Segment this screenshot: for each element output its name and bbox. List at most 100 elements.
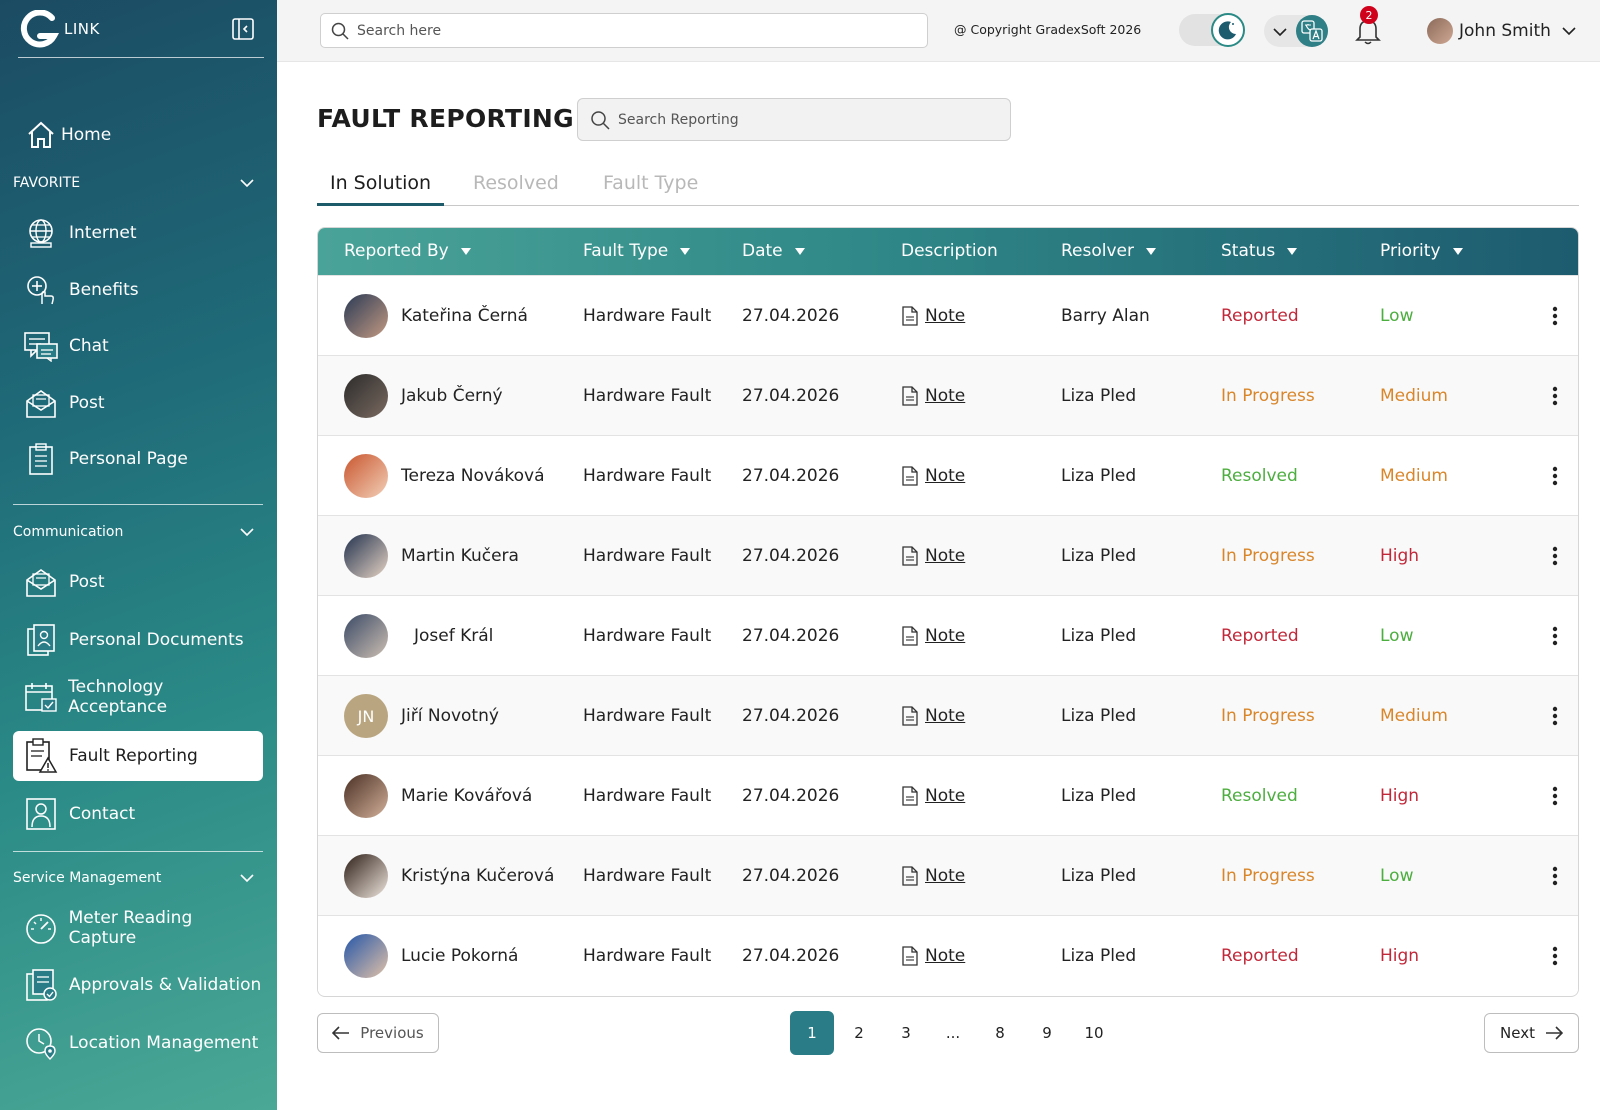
tab-resolved[interactable]: Resolved: [473, 172, 559, 206]
page-number-8[interactable]: 8: [978, 1011, 1022, 1055]
table-row[interactable]: Josef Král Hardware Fault 27.04.2026 Not…: [318, 595, 1578, 675]
table-row[interactable]: Lucie Pokorná Hardware Fault 27.04.2026 …: [318, 915, 1578, 995]
arrow-right-icon: [1545, 1026, 1563, 1040]
priority-label: Low: [1380, 306, 1414, 326]
sidebar-item-personal-documents[interactable]: Personal Documents: [13, 615, 263, 665]
sort-caret-icon: [794, 247, 805, 255]
sidebar-item-chat[interactable]: Chat: [13, 321, 263, 371]
description-link[interactable]: Note: [901, 786, 965, 806]
previous-page-button[interactable]: Previous: [317, 1013, 439, 1053]
copyright-text: @ Copyright GradexSoft 2026: [954, 22, 1142, 37]
description-link[interactable]: Note: [901, 706, 965, 726]
column-priority[interactable]: Priority: [1380, 241, 1463, 261]
sidebar-item-technology-acceptance[interactable]: Technology Acceptance: [13, 672, 263, 722]
avatar: [344, 294, 388, 338]
page-number-10[interactable]: 10: [1072, 1011, 1116, 1055]
section-service-management[interactable]: Service Management: [13, 866, 263, 890]
section-favorite[interactable]: FAVORITE: [13, 171, 263, 195]
description-link[interactable]: Note: [901, 386, 965, 406]
tab-in-solution[interactable]: In Solution: [317, 172, 445, 206]
more-options-icon[interactable]: [1552, 946, 1558, 966]
sidebar-item-communication-post[interactable]: Post: [13, 557, 263, 607]
column-reported-by[interactable]: Reported By: [344, 241, 471, 261]
page-number-1[interactable]: 1: [790, 1011, 834, 1055]
description-link[interactable]: Note: [901, 546, 965, 566]
page-number-2[interactable]: 2: [837, 1011, 881, 1055]
priority-label: Medium: [1380, 466, 1448, 486]
column-label: Priority: [1380, 241, 1441, 261]
language-selector[interactable]: [1264, 15, 1328, 47]
description-link[interactable]: Note: [901, 306, 965, 326]
table-row[interactable]: Marie Kovářová Hardware Fault 27.04.2026…: [318, 755, 1578, 835]
more-options-icon[interactable]: [1552, 546, 1558, 566]
section-label: Communication: [13, 524, 124, 540]
sidebar-item-personal-page[interactable]: Personal Page: [13, 434, 263, 484]
sidebar-item-label: Personal Page: [69, 449, 188, 469]
tab-fault-type[interactable]: Fault Type: [603, 172, 698, 206]
document-icon: [902, 546, 918, 566]
table-row[interactable]: Tereza Nováková Hardware Fault 27.04.202…: [318, 435, 1578, 515]
more-options-icon[interactable]: [1552, 466, 1558, 486]
avatar: [344, 614, 388, 658]
description-link[interactable]: Note: [901, 866, 965, 886]
table-row[interactable]: Kristýna Kučerová Hardware Fault 27.04.2…: [318, 835, 1578, 915]
sidebar-item-label: Home: [61, 125, 112, 145]
table-row[interactable]: Jakub Černý Hardware Fault 27.04.2026 No…: [318, 355, 1578, 435]
reporting-search[interactable]: [577, 98, 1011, 141]
sidebar-item-location-management[interactable]: Location Management: [13, 1018, 263, 1068]
page-number-3[interactable]: 3: [884, 1011, 928, 1055]
chevron-down-icon: [240, 528, 254, 537]
note-label: Note: [925, 626, 966, 646]
sort-caret-icon: [1287, 247, 1298, 255]
theme-toggle[interactable]: [1179, 13, 1245, 47]
more-options-icon[interactable]: [1552, 626, 1558, 646]
report-date: 27.04.2026: [742, 546, 840, 566]
sidebar-item-fault-reporting[interactable]: Fault Reporting: [13, 731, 263, 781]
sidebar-item-internet[interactable]: Internet: [13, 208, 263, 258]
table-row[interactable]: Martin Kučera Hardware Fault 27.04.2026 …: [318, 515, 1578, 595]
logo-row: LINK: [18, 10, 264, 58]
global-search-input[interactable]: [357, 22, 903, 39]
table-row[interactable]: Kateřina Černá Hardware Fault 27.04.2026…: [318, 275, 1578, 355]
column-label: Resolver: [1061, 241, 1134, 261]
column-status[interactable]: Status: [1221, 241, 1298, 261]
next-page-button[interactable]: Next: [1484, 1013, 1579, 1053]
fault-type: Hardware Fault: [583, 466, 712, 486]
fault-type: Hardware Fault: [583, 866, 712, 886]
more-options-icon[interactable]: [1552, 706, 1558, 726]
sidebar-item-label: Meter Reading Capture: [68, 908, 193, 948]
more-options-icon[interactable]: [1552, 306, 1558, 326]
column-date[interactable]: Date: [742, 241, 805, 261]
more-options-icon[interactable]: [1552, 866, 1558, 886]
column-label: Date: [742, 241, 783, 261]
sidebar-item-benefits[interactable]: Benefits: [13, 265, 263, 315]
report-date: 27.04.2026: [742, 306, 840, 326]
logo-text: LINK: [64, 20, 100, 38]
more-options-icon[interactable]: [1552, 386, 1558, 406]
global-search[interactable]: [320, 13, 928, 48]
column-fault-type[interactable]: Fault Type: [583, 241, 691, 261]
sidebar-item-contact[interactable]: Contact: [13, 789, 263, 839]
page-number-9[interactable]: 9: [1025, 1011, 1069, 1055]
sidebar-item-meter-reading[interactable]: Meter Reading Capture: [13, 903, 263, 953]
sidebar-item-home[interactable]: Home: [13, 110, 263, 160]
sidebar-item-post[interactable]: Post: [13, 378, 263, 428]
resolver-name: Liza Pled: [1061, 466, 1137, 486]
column-resolver[interactable]: Resolver: [1061, 241, 1156, 261]
note-label: Note: [925, 546, 966, 566]
more-options-icon[interactable]: [1552, 786, 1558, 806]
section-communication[interactable]: Communication: [13, 520, 263, 544]
collapse-sidebar-icon[interactable]: [232, 18, 254, 40]
note-label: Note: [925, 866, 966, 886]
description-link[interactable]: Note: [901, 466, 965, 486]
priority-label: Hign: [1380, 946, 1420, 966]
description-link[interactable]: Note: [901, 626, 965, 646]
description-link[interactable]: Note: [901, 946, 965, 966]
user-menu[interactable]: John Smith: [1427, 15, 1577, 47]
note-label: Note: [925, 306, 966, 326]
mail-icon: [23, 564, 59, 600]
sidebar-item-approvals[interactable]: Approvals & Validation: [13, 960, 263, 1010]
reporting-search-input[interactable]: [618, 111, 1007, 128]
clipboard-icon: [23, 441, 59, 477]
table-row[interactable]: JN Jiří Novotný Hardware Fault 27.04.202…: [318, 675, 1578, 755]
